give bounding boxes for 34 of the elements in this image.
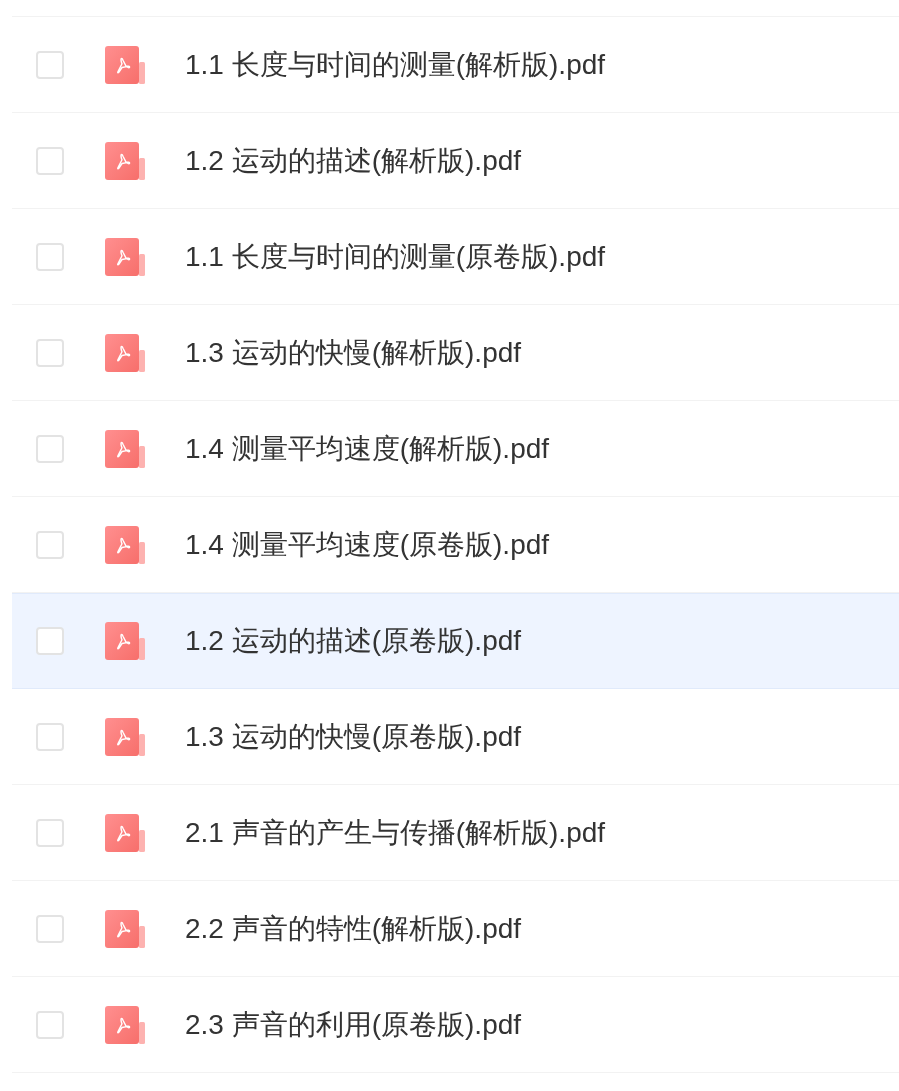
checkbox[interactable] (36, 818, 64, 847)
checkbox[interactable] (36, 146, 64, 175)
file-name: 2.3 声音的利用(原卷版).pdf (185, 1007, 522, 1042)
pdf-file-icon (105, 621, 145, 660)
file-name: 1.2 运动的描述(解析版).pdf (185, 143, 522, 178)
checkbox[interactable] (36, 722, 64, 751)
checkbox[interactable] (36, 50, 64, 79)
checkbox[interactable] (36, 914, 64, 943)
checkbox[interactable] (36, 338, 64, 367)
pdf-file-icon (105, 909, 145, 948)
pdf-file-icon (105, 525, 145, 564)
checkbox[interactable] (36, 1010, 64, 1039)
pdf-file-icon (105, 237, 145, 276)
pdf-file-icon (105, 45, 145, 84)
checkbox[interactable] (36, 242, 64, 271)
checkbox[interactable] (36, 530, 64, 559)
pdf-file-icon (105, 813, 145, 852)
file-name: 1.4 测量平均速度(解析版).pdf (185, 431, 550, 466)
file-name: 1.2 运动的描述(原卷版).pdf (185, 623, 522, 658)
pdf-file-icon (105, 717, 145, 756)
pdf-file-icon (105, 429, 145, 468)
file-name: 2.1 声音的产生与传播(解析版).pdf (185, 815, 606, 850)
pdf-file-icon (105, 333, 145, 372)
file-row[interactable]: 1.2 运动的描述(原卷版).pdf (12, 593, 899, 689)
file-name: 1.1 长度与时间的测量(解析版).pdf (185, 47, 606, 82)
file-name: 1.3 运动的快慢(原卷版).pdf (185, 719, 522, 754)
checkbox[interactable] (36, 434, 64, 463)
checkbox[interactable] (36, 626, 64, 655)
file-name: 1.4 测量平均速度(原卷版).pdf (185, 527, 550, 562)
file-name: 1.3 运动的快慢(解析版).pdf (185, 335, 522, 370)
pdf-file-icon (105, 1005, 145, 1044)
pdf-file-icon (105, 141, 145, 180)
file-name: 2.2 声音的特性(解析版).pdf (185, 911, 522, 946)
file-name: 1.1 长度与时间的测量(原卷版).pdf (185, 239, 606, 274)
